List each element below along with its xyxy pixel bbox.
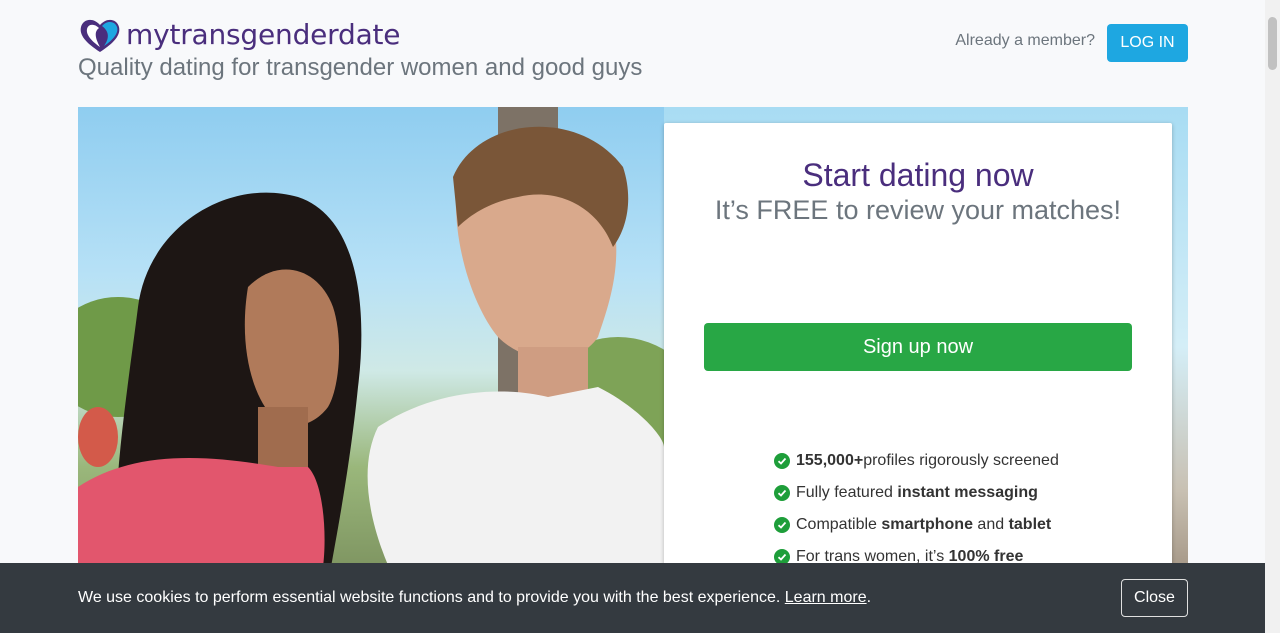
site-header: mytransgenderdate Quality dating for tra… bbox=[78, 14, 1188, 89]
scrollbar[interactable] bbox=[1265, 0, 1280, 633]
cookie-period: . bbox=[866, 589, 872, 606]
check-circle-icon bbox=[774, 485, 790, 501]
cookie-banner: We use cookies to perform essential webs… bbox=[0, 563, 1265, 633]
feature-item: 155,000+ profiles rigorously screened bbox=[774, 445, 1059, 477]
check-circle-icon bbox=[774, 517, 790, 533]
feature-bold: smartphone bbox=[881, 516, 973, 533]
feature-list: 155,000+ profiles rigorously screened Fu… bbox=[774, 445, 1059, 573]
feature-item: Fully featured instant messaging bbox=[774, 477, 1059, 509]
tagline: Quality dating for transgender women and… bbox=[78, 54, 643, 81]
cookie-text: We use cookies to perform essential webs… bbox=[78, 589, 781, 606]
signup-card: Start dating now It’s FREE to review you… bbox=[664, 123, 1172, 593]
feature-text: profiles rigorously screened bbox=[863, 452, 1059, 469]
login-button[interactable]: LOG IN bbox=[1107, 24, 1188, 62]
feature-bold: instant messaging bbox=[897, 484, 1038, 501]
feature-item: Compatible smartphone and tablet bbox=[774, 509, 1059, 541]
feature-text: Fully featured bbox=[796, 484, 893, 501]
signup-button[interactable]: Sign up now bbox=[704, 323, 1132, 371]
already-member-text: Already a member? bbox=[955, 32, 1095, 49]
learn-more-link[interactable]: Learn more bbox=[785, 589, 867, 606]
close-button[interactable]: Close bbox=[1121, 579, 1188, 617]
feature-bold: 155,000+ bbox=[796, 452, 864, 469]
logo-text: mytransgenderdate bbox=[126, 18, 401, 51]
feature-text: and bbox=[977, 516, 1005, 533]
cookie-message: We use cookies to perform essential webs… bbox=[78, 589, 871, 607]
logo[interactable]: mytransgenderdate bbox=[78, 16, 401, 54]
check-circle-icon bbox=[774, 453, 790, 469]
feature-text: Compatible bbox=[796, 516, 877, 533]
scrollbar-thumb[interactable] bbox=[1268, 17, 1277, 70]
hero-couple-photo bbox=[78, 107, 664, 587]
card-subtitle: It’s FREE to review your matches! bbox=[714, 195, 1122, 225]
heart-logo-icon bbox=[80, 19, 120, 52]
feature-bold: tablet bbox=[1008, 516, 1052, 533]
card-title: Start dating now bbox=[802, 157, 1034, 193]
